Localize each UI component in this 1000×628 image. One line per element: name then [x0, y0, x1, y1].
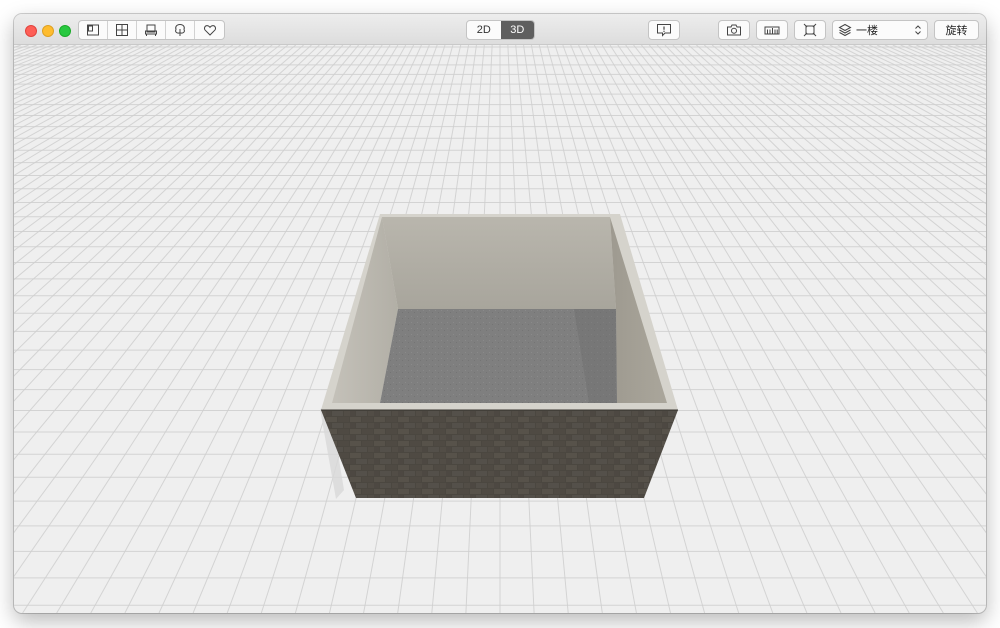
- camera-icon: [727, 24, 741, 36]
- layout-button[interactable]: [79, 21, 108, 39]
- grid-line: [939, 44, 986, 64]
- grid-line: [14, 44, 194, 146]
- toolbar: 2D 3D 一楼 旋转: [14, 14, 986, 45]
- view-2d-button[interactable]: 2D: [467, 21, 501, 39]
- grid-line: [14, 44, 132, 100]
- floor-select-value: 一楼: [856, 25, 878, 37]
- grid-line: [14, 44, 155, 115]
- grid-line: [14, 44, 367, 495]
- grid-line: [14, 44, 124, 95]
- grid-line: [14, 44, 359, 461]
- room-3d: [321, 214, 678, 498]
- grid-line: [14, 44, 53, 61]
- grid-line: [751, 44, 986, 205]
- grid-room-icon: [116, 24, 128, 36]
- app-window: 2D 3D 一楼 旋转: [14, 14, 986, 613]
- furniture-button[interactable]: [137, 21, 166, 39]
- crop-transform-icon: [803, 23, 817, 37]
- grid-line: [703, 44, 986, 281]
- layers-icon: [838, 23, 852, 37]
- grid-line: [14, 44, 297, 281]
- grid-line: [14, 44, 257, 215]
- grid-line: [868, 44, 986, 100]
- scene-canvas: [14, 44, 986, 613]
- favorites-button[interactable]: [195, 21, 224, 39]
- updown-chevron-icon: [915, 25, 921, 35]
- zoom-window-button[interactable]: [59, 25, 71, 37]
- grid-line: [916, 44, 986, 74]
- feedback-icon: [657, 24, 671, 37]
- grid-line: [782, 44, 986, 168]
- heart-icon: [203, 25, 216, 36]
- minimize-window-button[interactable]: [42, 25, 54, 37]
- exterior-front-wall: [321, 410, 678, 498]
- screenshot-button[interactable]: [718, 20, 750, 40]
- grid-line: [806, 44, 986, 146]
- grid-line: [14, 44, 249, 205]
- transform-button[interactable]: [794, 20, 826, 40]
- floor-select[interactable]: 一楼: [832, 20, 928, 40]
- grid-line: [876, 44, 986, 95]
- grid-line: [14, 44, 61, 64]
- grid-line: [743, 44, 986, 215]
- rotate-button[interactable]: 旋转: [934, 20, 979, 40]
- grid-line: [14, 44, 336, 377]
- grid-line: [845, 44, 986, 115]
- view-3d-button[interactable]: 3D: [500, 21, 534, 39]
- grid-line: [14, 44, 218, 168]
- grid-line: [14, 44, 77, 71]
- ruler-icon: [764, 26, 780, 35]
- grid-line: [711, 44, 986, 266]
- plant-button[interactable]: [166, 21, 195, 39]
- grid-line: [14, 44, 312, 314]
- grid-line: [633, 44, 986, 495]
- grid-line: [14, 44, 84, 74]
- layout-icon: [87, 24, 99, 36]
- grid-line: [664, 44, 986, 377]
- grid-line: [923, 44, 986, 71]
- grid-line: [947, 44, 986, 61]
- grid-line: [641, 44, 986, 461]
- measure-button[interactable]: [756, 20, 788, 40]
- rotate-button-label: 旋转: [945, 25, 968, 37]
- grid-line: [688, 44, 986, 314]
- 3d-viewport[interactable]: [14, 44, 986, 613]
- interior-back-wall: [382, 217, 616, 309]
- close-window-button[interactable]: [25, 25, 37, 37]
- feedback-button[interactable]: [648, 20, 680, 40]
- furniture-icon: [145, 24, 157, 36]
- view-mode-toggle: 2D 3D: [466, 20, 535, 40]
- tree-icon: [175, 23, 185, 36]
- grid-line: [609, 44, 978, 613]
- grid-line: [22, 44, 391, 613]
- tool-group: [78, 20, 225, 40]
- grid-line: [14, 44, 289, 266]
- room-grid-button[interactable]: [108, 21, 137, 39]
